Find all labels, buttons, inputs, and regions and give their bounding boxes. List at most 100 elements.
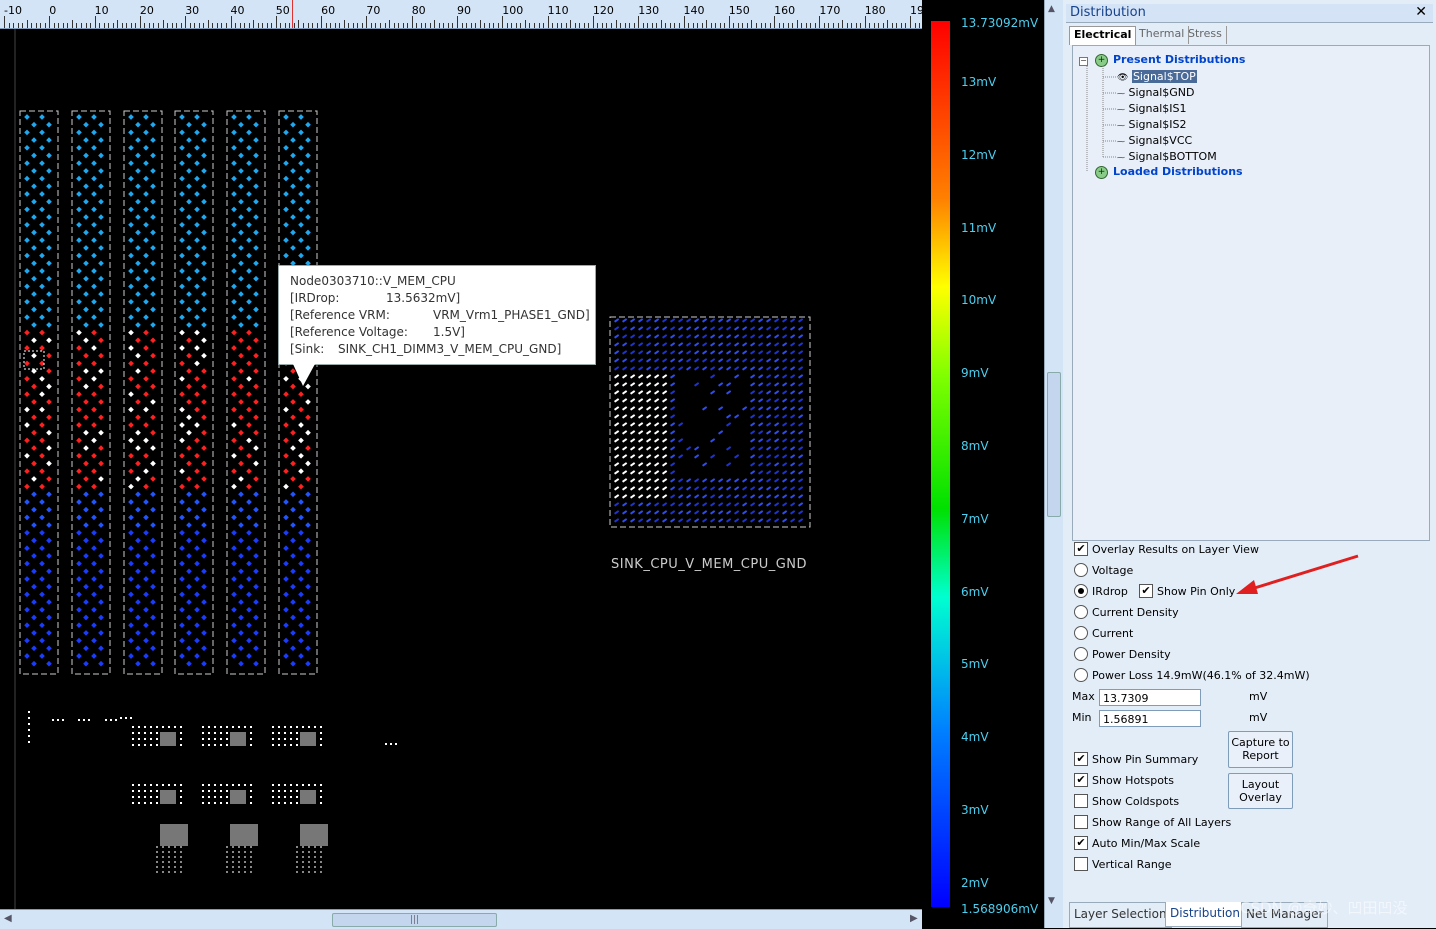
- show-coldspots-checkbox[interactable]: Show Coldspots: [1074, 794, 1179, 811]
- pin-via: [186, 660, 192, 667]
- show-range-all-layers-checkbox[interactable]: Show Range of All Layers: [1074, 815, 1231, 832]
- checkbox-checked[interactable]: ✔: [1074, 773, 1088, 787]
- vertical-range-checkbox[interactable]: Vertical Range: [1074, 857, 1172, 874]
- cpu-pin: [774, 342, 780, 347]
- tree-item-signal-is2[interactable]: ⁓ Signal$IS2: [1117, 118, 1187, 131]
- tree-item-signal-is1[interactable]: ⁓ Signal$IS1: [1117, 102, 1187, 115]
- checkbox-label: Auto Min/Max Scale: [1092, 837, 1201, 850]
- pin-via: [305, 599, 311, 605]
- pin-via: [305, 183, 311, 190]
- radio-button[interactable]: [1074, 605, 1088, 619]
- voltage-radio[interactable]: Voltage: [1074, 563, 1133, 580]
- radio-button-selected[interactable]: [1074, 584, 1088, 598]
- tab-stress[interactable]: Stress: [1184, 26, 1227, 44]
- radio-button[interactable]: [1074, 668, 1088, 682]
- pin-via: [253, 506, 259, 513]
- pin-via: [231, 437, 237, 444]
- scroll-up-icon[interactable]: ▲: [1048, 4, 1055, 14]
- pin-via: [46, 491, 52, 498]
- pin-via: [253, 537, 259, 544]
- cpu-pin: [677, 502, 684, 507]
- vertical-scroll-thumb[interactable]: [1047, 372, 1061, 517]
- checkbox-checked[interactable]: ✔: [1139, 584, 1153, 598]
- tree-item-signal-bottom[interactable]: ⁓ Signal$BOTTOM: [1117, 150, 1217, 163]
- pin-via: [186, 614, 192, 621]
- auto-min-max-scale-checkbox[interactable]: ✔ Auto Min/Max Scale: [1074, 836, 1201, 853]
- cpu-pin: [741, 342, 748, 347]
- horizontal-scrollbar[interactable]: ◀ ||| ▶: [0, 909, 922, 929]
- pin-via: [31, 429, 37, 436]
- pin-via: [186, 183, 192, 190]
- ruler-tick: [842, 20, 844, 28]
- tab-layer-selection[interactable]: Layer Selection: [1069, 902, 1172, 928]
- tab-thermal[interactable]: Thermal: [1135, 26, 1190, 44]
- pin-via: [298, 452, 304, 459]
- checkbox-unchecked[interactable]: [1074, 815, 1088, 829]
- max-unit-label: mV: [1249, 690, 1268, 703]
- pin-via: [46, 399, 52, 405]
- pin-via: [143, 329, 149, 336]
- current-density-radio[interactable]: Current Density: [1074, 605, 1179, 622]
- show-pin-only-checkbox[interactable]: ✔ Show Pin Only: [1139, 584, 1235, 601]
- radio-button[interactable]: [1074, 647, 1088, 661]
- pin-via: [305, 460, 311, 467]
- tab-electrical[interactable]: Electrical: [1069, 26, 1137, 45]
- radio-button[interactable]: [1074, 563, 1088, 577]
- pin-via: [201, 198, 207, 205]
- capture-to-report-button[interactable]: Capture to Report: [1228, 731, 1293, 768]
- cpu-pin: [637, 470, 644, 475]
- vrm-pin: [284, 802, 286, 804]
- tree-loaded-distributions[interactable]: Loaded Distributions: [1113, 165, 1243, 178]
- vertical-scrollbar[interactable]: ▲ ▼: [1044, 0, 1063, 928]
- pin-via: [253, 522, 259, 528]
- checkbox-checked[interactable]: ✔: [1074, 542, 1088, 556]
- cpu-pin: [781, 518, 788, 523]
- inductor-pin: [302, 851, 304, 853]
- ruler-tick: [257, 23, 259, 28]
- scroll-right-icon[interactable]: ▶: [910, 913, 918, 924]
- checkbox-unchecked[interactable]: [1074, 857, 1088, 871]
- cpu-pin: [614, 494, 620, 499]
- tree-item-signal-top[interactable]: 👁 Signal$TOP: [1117, 70, 1197, 83]
- layout-overlay-button[interactable]: Layout Overlay: [1228, 773, 1293, 809]
- pin-via: [150, 568, 156, 575]
- pin-via: [98, 645, 104, 652]
- layout-canvas[interactable]: Node0303710::V_MEM_CPU [IRDrop: 13.5632mV…: [0, 29, 922, 909]
- power-density-radio[interactable]: Power Density: [1074, 647, 1171, 664]
- pin-via: [143, 406, 149, 413]
- tree-item-signal-vcc[interactable]: ⁓ Signal$VCC: [1117, 134, 1192, 147]
- cpu-pin: [782, 446, 788, 451]
- distribution-tree[interactable]: − + Present Distributions 👁 Signal$TOP ⁓…: [1072, 45, 1430, 541]
- current-radio[interactable]: Current: [1074, 626, 1133, 643]
- inductor-pin: [238, 866, 240, 868]
- tab-distribution[interactable]: Distribution: [1165, 902, 1246, 927]
- show-pin-summary-checkbox[interactable]: ✔ Show Pin Summary: [1074, 752, 1198, 769]
- pin-via: [150, 522, 156, 528]
- scroll-left-icon[interactable]: ◀: [4, 913, 12, 924]
- pin-via: [83, 460, 89, 467]
- pin-via: [246, 329, 252, 336]
- close-icon[interactable]: ✕: [1415, 4, 1427, 20]
- cpu-pin: [637, 350, 644, 355]
- scroll-down-icon[interactable]: ▼: [1048, 896, 1055, 906]
- cpu-pin: [774, 470, 780, 475]
- ruler-tick: [620, 23, 622, 28]
- checkbox-checked[interactable]: ✔: [1074, 836, 1088, 850]
- checkbox-unchecked[interactable]: [1074, 794, 1088, 808]
- ruler-tick: [810, 23, 812, 28]
- ruler-tick: [244, 23, 246, 28]
- ruler-tick: [198, 23, 200, 28]
- show-hotspots-checkbox[interactable]: ✔ Show Hotspots: [1074, 773, 1174, 790]
- cpu-pin: [670, 510, 676, 515]
- radio-button[interactable]: [1074, 626, 1088, 640]
- pin-via: [283, 637, 289, 644]
- min-value-field[interactable]: 1.56891: [1099, 710, 1201, 727]
- irdrop-radio[interactable]: IRdrop: [1074, 584, 1128, 601]
- horizontal-scroll-thumb[interactable]: |||: [332, 913, 497, 927]
- checkbox-checked[interactable]: ✔: [1074, 752, 1088, 766]
- power-loss-radio[interactable]: Power Loss 14.9mW(46.1% of 32.4mW): [1074, 668, 1310, 685]
- pin-via: [283, 114, 289, 120]
- tree-item-signal-gnd[interactable]: ⁓ Signal$GND: [1117, 86, 1195, 99]
- pin-via: [91, 545, 97, 552]
- max-value-field[interactable]: 13.7309: [1099, 689, 1201, 706]
